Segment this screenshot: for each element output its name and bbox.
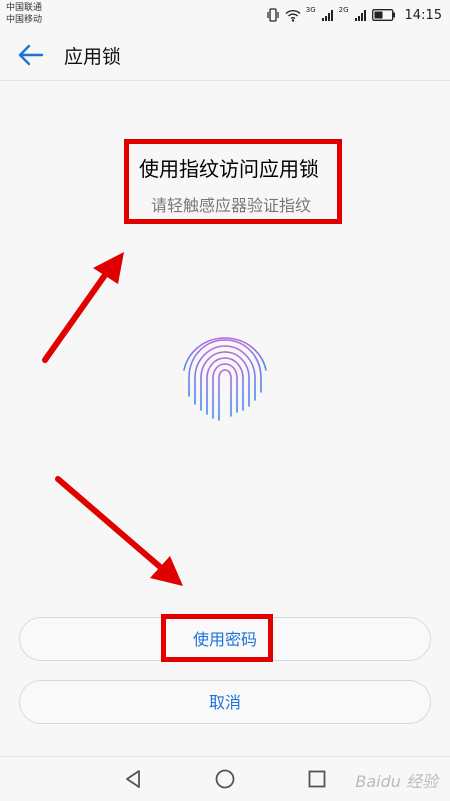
- carrier-2: 中国移动: [6, 15, 43, 25]
- annotation-box-password: [161, 614, 273, 662]
- signal-icon: [321, 9, 333, 21]
- cancel-button[interactable]: 取消: [19, 680, 431, 724]
- network-1-label: 3G: [305, 6, 316, 14]
- status-bar: 中国联通 中国移动 3G 2G 14:15: [0, 0, 450, 30]
- status-icons: 3G 2G 14:15: [266, 6, 442, 24]
- page-title: 应用锁: [64, 46, 122, 68]
- annotation-arrow-up: [42, 252, 124, 363]
- carrier-1: 中国联通: [6, 3, 43, 13]
- annotation-arrow-down: [55, 476, 183, 586]
- wifi-icon: [285, 9, 301, 22]
- back-triangle-icon[interactable]: [121, 767, 145, 791]
- recents-square-icon[interactable]: [305, 767, 329, 791]
- watermark: Baidu 经验: [355, 772, 438, 791]
- annotation-box-title: [124, 139, 342, 224]
- battery-icon: [371, 9, 395, 21]
- clock: 14:15: [404, 7, 442, 23]
- network-2-label: 2G: [338, 6, 349, 14]
- home-circle-icon[interactable]: [213, 767, 237, 791]
- signal-icon: [354, 9, 366, 21]
- back-arrow-icon[interactable]: [16, 42, 46, 68]
- vibrate-icon: [267, 8, 279, 22]
- app-bar: 应用锁: [0, 30, 450, 81]
- fingerprint-icon: [183, 337, 267, 425]
